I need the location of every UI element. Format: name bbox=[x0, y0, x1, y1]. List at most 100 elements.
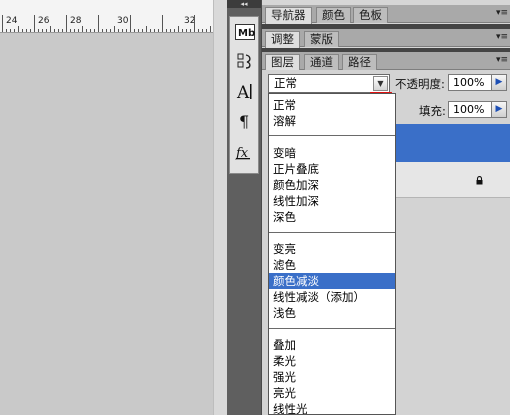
blend-option[interactable]: 亮光 bbox=[269, 385, 395, 401]
navigator-panel-tabs: 导航器 颜色 色板 ▾≡ bbox=[262, 5, 510, 24]
ruler-tick bbox=[22, 29, 23, 32]
ruler-label: 24 bbox=[6, 16, 18, 26]
ruler-tick bbox=[170, 29, 171, 32]
vertical-scrollbar[interactable] bbox=[213, 0, 227, 415]
ruler-tick bbox=[206, 29, 207, 32]
ruler-tick bbox=[182, 29, 183, 32]
ruler-tick bbox=[46, 29, 47, 32]
panel-menu-icon[interactable]: ▾≡ bbox=[496, 55, 508, 66]
ruler-tick bbox=[2, 15, 3, 32]
dropdown-separator bbox=[269, 328, 395, 329]
blend-option[interactable]: 正常 bbox=[269, 97, 395, 113]
blend-option[interactable]: 强光 bbox=[269, 369, 395, 385]
ruler-tick bbox=[110, 29, 111, 32]
tab-swatches[interactable]: 色板 bbox=[353, 7, 388, 23]
brush-icon[interactable] bbox=[233, 50, 257, 72]
ruler-label: 28 bbox=[70, 16, 82, 26]
blend-option[interactable]: 深色 bbox=[269, 209, 395, 225]
opacity-slider-button[interactable]: ▶ bbox=[492, 74, 507, 91]
fill-slider-button[interactable]: ▶ bbox=[492, 101, 507, 118]
ruler-tick bbox=[74, 29, 75, 32]
ruler-tick bbox=[142, 29, 143, 32]
blend-option[interactable]: 线性加深 bbox=[269, 193, 395, 209]
chevron-down-icon[interactable]: ▼ bbox=[373, 76, 388, 91]
ruler-tick bbox=[26, 29, 27, 32]
ruler-tick bbox=[66, 15, 67, 32]
ruler-tick bbox=[82, 26, 83, 32]
opacity-input[interactable]: 100% bbox=[448, 74, 492, 91]
tab-color[interactable]: 颜色 bbox=[316, 7, 351, 23]
panel-dock-icons: ◂◂ Mb A ¶ fx bbox=[227, 0, 261, 415]
ruler-tick bbox=[166, 29, 167, 32]
tab-navigator[interactable]: 导航器 bbox=[265, 7, 312, 24]
document-canvas[interactable]: 24 26 28 30 32 bbox=[0, 0, 213, 415]
blend-option[interactable]: 浅色 bbox=[269, 305, 395, 321]
dropdown-separator bbox=[269, 232, 395, 233]
ruler-tick bbox=[150, 29, 151, 32]
ruler-tick bbox=[18, 26, 19, 32]
blend-option[interactable]: 溶解 bbox=[269, 113, 395, 129]
tab-masks[interactable]: 蒙版 bbox=[304, 31, 339, 47]
ruler-tick bbox=[94, 29, 95, 32]
ruler-tick bbox=[202, 29, 203, 32]
blend-option[interactable]: 变暗 bbox=[269, 145, 395, 161]
blend-option-highlighted[interactable]: 颜色减淡 bbox=[269, 273, 395, 289]
ruler-tick bbox=[174, 29, 175, 32]
ruler-label: 26 bbox=[38, 16, 50, 26]
ruler-tick bbox=[106, 29, 107, 32]
collapsed-panel-buttons: Mb A ¶ fx bbox=[229, 16, 259, 174]
ruler-tick bbox=[10, 29, 11, 32]
tab-channels[interactable]: 通道 bbox=[304, 54, 339, 70]
adjustments-panel-tabs: 调整 蒙版 ▾≡ bbox=[262, 29, 510, 48]
ruler-tick bbox=[158, 29, 159, 32]
ruler-tick bbox=[70, 29, 71, 32]
ruler-tick bbox=[50, 26, 51, 32]
tab-adjustments[interactable]: 调整 bbox=[265, 31, 300, 48]
blend-option[interactable]: 变亮 bbox=[269, 241, 395, 257]
ruler-tick bbox=[62, 29, 63, 32]
blend-option[interactable]: 正片叠底 bbox=[269, 161, 395, 177]
styles-icon[interactable]: fx bbox=[233, 141, 257, 163]
character-icon[interactable]: A bbox=[233, 80, 257, 102]
tab-paths[interactable]: 路径 bbox=[342, 54, 377, 70]
panel-menu-icon[interactable]: ▾≡ bbox=[496, 8, 508, 19]
paragraph-icon[interactable]: ¶ bbox=[233, 110, 257, 132]
ruler-tick bbox=[134, 29, 135, 32]
svg-text:¶: ¶ bbox=[239, 112, 249, 130]
lock-icon bbox=[476, 176, 483, 185]
ruler-tick bbox=[98, 15, 99, 32]
dropdown-separator bbox=[269, 135, 395, 136]
ruler-tick bbox=[114, 26, 115, 32]
panel-menu-icon[interactable]: ▾≡ bbox=[496, 32, 508, 43]
blend-group-lighten: 变亮 滤色 颜色减淡 线性减淡（添加） 浅色 bbox=[269, 241, 395, 321]
blend-group-overlay: 叠加 柔光 强光 亮光 线性光 bbox=[269, 337, 395, 414]
tab-layers[interactable]: 图层 bbox=[265, 54, 300, 71]
blend-group-normal: 正常 溶解 bbox=[269, 97, 395, 129]
blend-option[interactable]: 颜色加深 bbox=[269, 177, 395, 193]
opacity-label: 不透明度: bbox=[395, 77, 445, 91]
ruler-tick bbox=[178, 26, 179, 32]
ruler-tick bbox=[14, 29, 15, 32]
blend-option[interactable]: 线性光 bbox=[269, 401, 395, 414]
horizontal-ruler: 24 26 28 30 32 bbox=[0, 0, 213, 33]
ruler-tick bbox=[162, 15, 163, 32]
blend-option[interactable]: 滤色 bbox=[269, 257, 395, 273]
fill-input[interactable]: 100% bbox=[448, 101, 492, 118]
blend-mode-dropdown: 正常 溶解 变暗 正片叠底 颜色加深 线性加深 深色 变亮 滤色 颜色减淡 线性… bbox=[268, 93, 396, 415]
ruler-tick bbox=[118, 29, 119, 32]
layer-row-background[interactable] bbox=[396, 162, 510, 198]
ruler-tick bbox=[78, 29, 79, 32]
blend-option[interactable]: 叠加 bbox=[269, 337, 395, 353]
blend-option[interactable]: 线性减淡（添加） bbox=[269, 289, 395, 305]
svg-text:A: A bbox=[236, 83, 250, 101]
collapse-grip-icon[interactable]: ◂◂ bbox=[227, 0, 261, 8]
layer-row-selected[interactable] bbox=[396, 124, 510, 162]
blend-option[interactable]: 柔光 bbox=[269, 353, 395, 369]
ruler-tick bbox=[34, 15, 35, 32]
ruler-tick bbox=[54, 29, 55, 32]
ruler-tick bbox=[122, 29, 123, 32]
mini-bridge-icon[interactable]: Mb bbox=[233, 21, 257, 43]
ruler-label: 30 bbox=[117, 16, 129, 26]
ruler-tick bbox=[30, 29, 31, 32]
ruler-tick bbox=[58, 29, 59, 32]
